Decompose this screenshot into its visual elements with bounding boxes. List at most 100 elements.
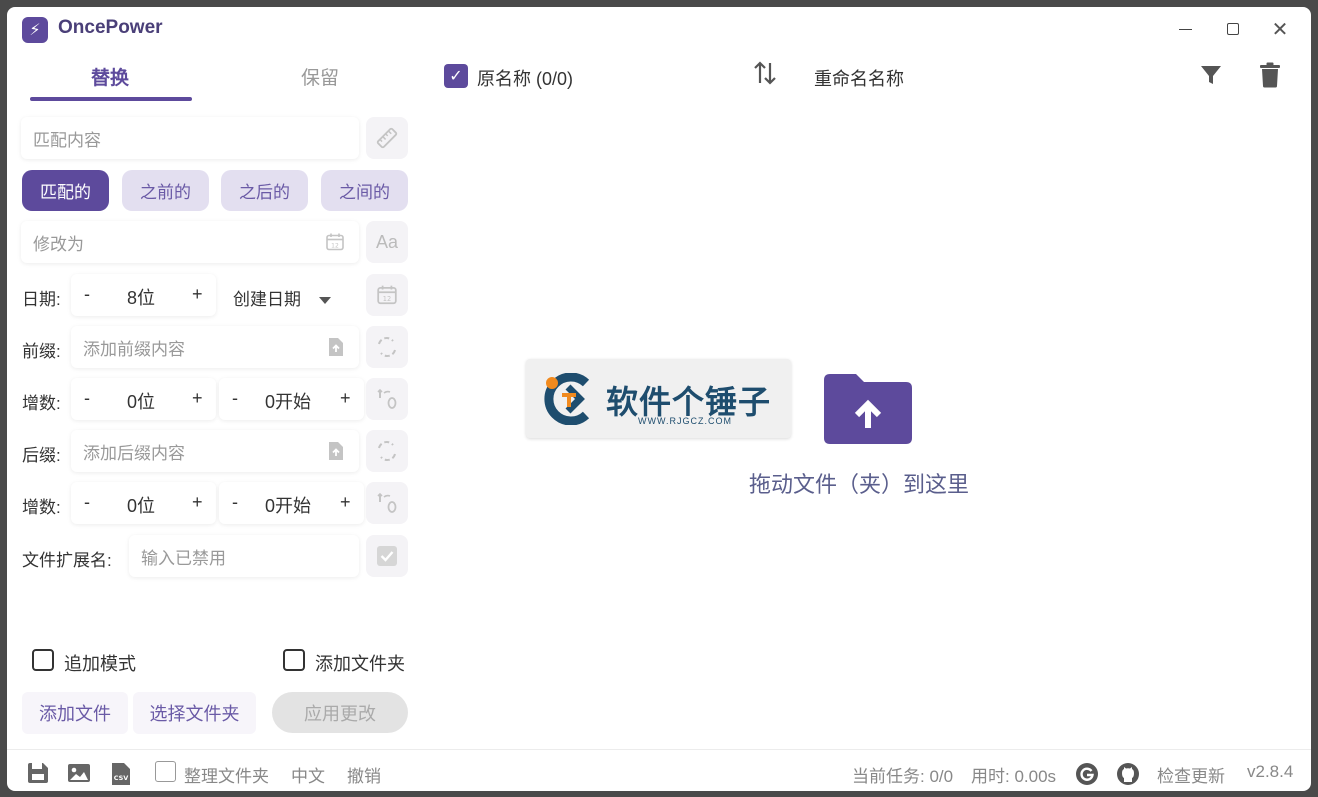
website-icon[interactable]	[1075, 762, 1099, 786]
date-digits-value[interactable]: 8位	[127, 284, 155, 310]
increment1-digits-minus[interactable]: -	[84, 388, 90, 409]
minimize-icon	[1178, 28, 1192, 30]
undo-button[interactable]: 撤销	[347, 762, 381, 787]
increment1-start-plus[interactable]: +	[340, 388, 351, 409]
github-icon[interactable]	[1116, 762, 1140, 786]
prefix-input[interactable]: 添加前缀内容	[71, 326, 359, 368]
date-calendar-button[interactable]: 12	[366, 274, 408, 316]
mode-matched-button[interactable]: 匹配的	[22, 170, 109, 211]
increment1-start-minus[interactable]: -	[232, 388, 238, 409]
prefix-refresh-button[interactable]	[366, 326, 408, 368]
calendar-icon[interactable]: 12	[325, 232, 345, 252]
increment2-digits-stepper: - 0位 +	[71, 482, 216, 524]
app-title: OncePower	[58, 17, 163, 38]
file-upload-icon[interactable]	[327, 441, 345, 461]
filter-button[interactable]	[1199, 63, 1223, 92]
current-task-status: 当前任务: 0/0	[852, 767, 954, 786]
suffix-label: 后缀:	[22, 446, 61, 465]
minimize-button[interactable]	[1170, 17, 1200, 41]
drop-hint-text: 拖动文件（夹）到这里	[749, 472, 970, 497]
app-logo-icon: ⚡	[22, 17, 48, 43]
ruler-icon	[376, 127, 398, 149]
suffix-input[interactable]: 添加后缀内容	[71, 430, 359, 472]
font-case-icon: Aa	[375, 231, 399, 252]
increment1-start-value[interactable]: 0开始	[265, 388, 311, 414]
add-file-button[interactable]: 添加文件	[22, 692, 128, 734]
extension-input[interactable]: 输入已禁用	[129, 535, 359, 577]
apply-changes-button[interactable]: 应用更改	[272, 692, 408, 733]
folder-upload-icon	[824, 374, 912, 444]
watermark-url: WWW.RJGCZ.COM	[638, 416, 732, 426]
select-all-checkbox[interactable]: ✓	[444, 64, 468, 88]
checkmark-icon: ✓	[449, 68, 463, 85]
date-type-select[interactable]: 创建日期	[233, 285, 331, 310]
append-mode-checkbox[interactable]	[32, 649, 54, 671]
increment2-digits-minus[interactable]: -	[84, 492, 90, 513]
increment1-reset-button[interactable]	[366, 378, 408, 420]
append-mode-label: 追加模式	[64, 654, 136, 674]
image-icon[interactable]	[67, 762, 91, 784]
watermark-logo-icon	[544, 373, 590, 425]
increment2-start-plus[interactable]: +	[340, 492, 351, 513]
trash-icon	[1260, 62, 1280, 88]
mode-between-button[interactable]: 之间的	[321, 170, 408, 211]
tab-replace[interactable]: 替换	[91, 63, 129, 90]
mode-after-button[interactable]: 之后的	[221, 170, 308, 211]
add-folder-checkbox[interactable]	[283, 649, 305, 671]
increment2-start-stepper: - 0开始 +	[219, 482, 364, 524]
sort-toggle-button[interactable]	[751, 59, 779, 94]
increment1-start-stepper: - 0开始 +	[219, 378, 364, 420]
increment2-reset-button[interactable]	[366, 482, 408, 524]
clear-list-button[interactable]	[1259, 62, 1281, 93]
increment2-digits-value[interactable]: 0位	[127, 492, 155, 518]
select-folder-button[interactable]: 选择文件夹	[133, 692, 256, 734]
title-bar: ⚡ OncePower ✕	[7, 7, 1311, 49]
date-minus-button[interactable]: -	[84, 284, 90, 305]
organize-folder-checkbox[interactable]	[155, 761, 176, 782]
prefix-placeholder: 添加前缀内容	[83, 339, 185, 359]
date-plus-button[interactable]: +	[192, 284, 203, 305]
date-label: 日期:	[22, 290, 61, 309]
elapsed-time: 用时: 0.00s	[971, 767, 1057, 786]
increment2-start-minus[interactable]: -	[232, 492, 238, 513]
version-label: v2.8.4	[1247, 762, 1294, 781]
case-toggle-button[interactable]: Aa	[366, 221, 408, 263]
modify-input[interactable]: 修改为 12	[21, 221, 359, 263]
close-icon: ✕	[1271, 18, 1289, 41]
date-type-value: 创建日期	[233, 290, 301, 309]
rename-name-header: 重命名名称	[814, 69, 904, 89]
original-name-header: 原名称 (0/0)	[477, 69, 574, 89]
counter-reset-icon	[377, 492, 397, 513]
language-toggle[interactable]: 中文	[291, 762, 325, 787]
close-button[interactable]: ✕	[1265, 17, 1295, 41]
increment1-digits-value[interactable]: 0位	[127, 388, 155, 414]
filter-icon	[1201, 66, 1221, 84]
save-icon[interactable]	[27, 762, 49, 784]
svg-text:CSV: CSV	[114, 774, 129, 782]
csv-export-icon[interactable]: CSV	[111, 762, 131, 786]
modify-placeholder: 修改为	[33, 234, 84, 254]
calendar-icon: 12	[377, 285, 397, 305]
ruler-button[interactable]	[366, 117, 408, 159]
increment2-start-value[interactable]: 0开始	[265, 492, 311, 518]
match-input[interactable]: 匹配内容	[21, 117, 359, 159]
increment2-label: 增数:	[22, 498, 61, 517]
status-bar: CSV 整理文件夹 中文 撤销 当前任务: 0/0 用时: 0.00s 检查更新…	[7, 749, 1311, 791]
increment1-digits-plus[interactable]: +	[192, 388, 203, 409]
file-upload-icon[interactable]	[327, 337, 345, 357]
active-tab-indicator	[30, 97, 192, 101]
check-update-button[interactable]: 检查更新	[1157, 762, 1225, 787]
watermark-badge: 软件个锤子 WWW.RJGCZ.COM	[526, 359, 791, 438]
increment1-label: 增数:	[22, 394, 61, 413]
chevron-down-icon	[319, 297, 331, 305]
maximize-button[interactable]	[1218, 17, 1248, 41]
extension-toggle-button[interactable]	[366, 535, 408, 577]
date-digits-stepper: - 8位 +	[71, 274, 216, 316]
refresh-icon	[378, 441, 396, 461]
increment2-digits-plus[interactable]: +	[192, 492, 203, 513]
add-folder-label: 添加文件夹	[315, 654, 405, 674]
tab-keep[interactable]: 保留	[301, 63, 339, 90]
suffix-refresh-button[interactable]	[366, 430, 408, 472]
drop-zone[interactable]	[824, 374, 912, 449]
mode-before-button[interactable]: 之前的	[122, 170, 209, 211]
